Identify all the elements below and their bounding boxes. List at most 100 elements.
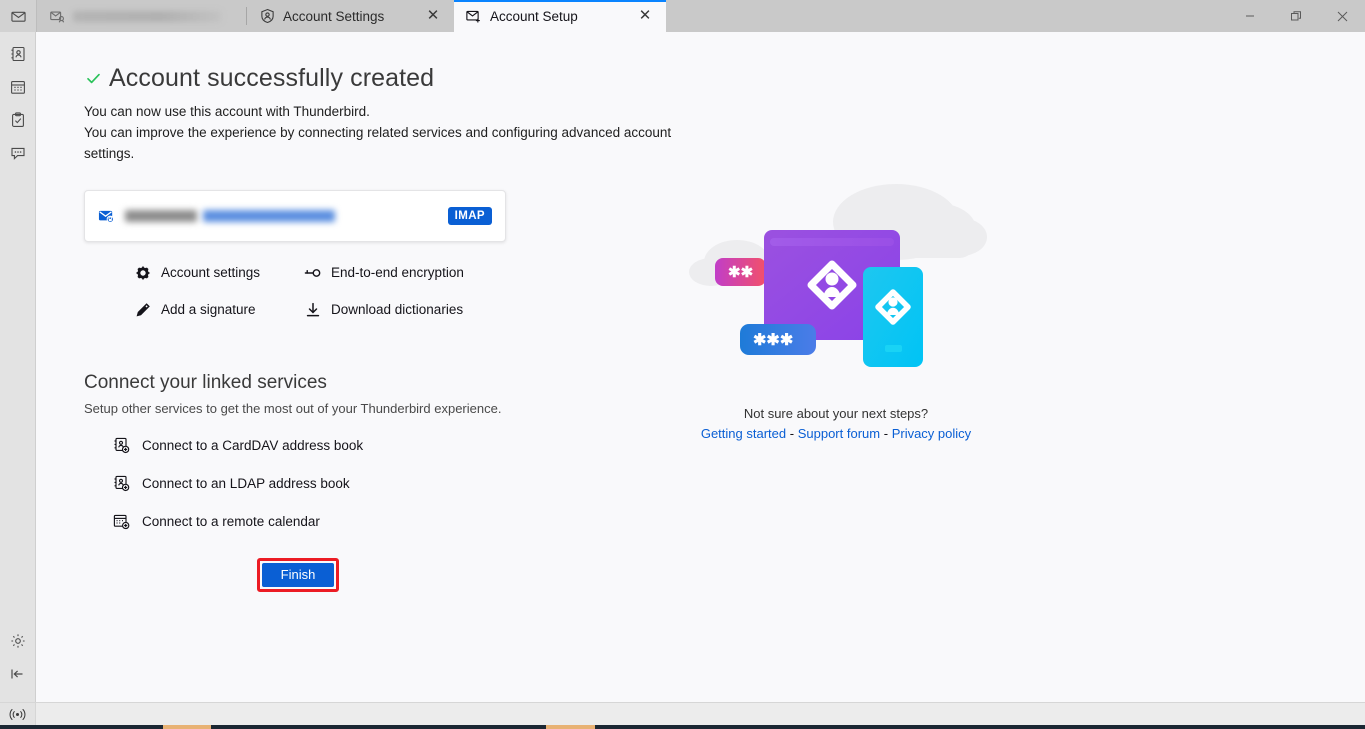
- sidebar-item-settings[interactable]: [4, 627, 32, 655]
- link-getting-started[interactable]: Getting started: [701, 426, 786, 441]
- tab-mail-account[interactable]: [37, 0, 247, 32]
- illustration-svg: ✱✱: [671, 182, 1001, 382]
- sidebar-item-address-book[interactable]: [4, 40, 32, 68]
- account-name: [125, 210, 197, 222]
- link-separator: -: [884, 426, 888, 441]
- connectivity-status-button[interactable]: [0, 703, 36, 725]
- setup-right-column: ✱✱: [656, 182, 1016, 441]
- taskbar-segment: [0, 725, 163, 729]
- settings-gear-icon: [10, 633, 26, 649]
- pencil-icon: [134, 301, 151, 318]
- status-badge-protocol: IMAP: [448, 207, 492, 225]
- statusbar: [0, 702, 1365, 725]
- linked-item-label: Connect to a CardDAV address book: [142, 438, 363, 453]
- download-icon: [304, 301, 321, 318]
- page-subline-2: You can improve the experience by connec…: [84, 122, 704, 164]
- linked-item-label: Connect to a remote calendar: [142, 514, 320, 529]
- pane-inner: Account successfully created You can now…: [36, 32, 1365, 702]
- gear-icon: [134, 264, 151, 281]
- sidebar-item-calendar[interactable]: [4, 73, 32, 101]
- mail-account-icon: [98, 208, 115, 224]
- page-title-text: Account successfully created: [109, 64, 434, 93]
- password-pill-blue: ✱✱✱: [740, 324, 816, 355]
- window-controls: [1227, 0, 1365, 32]
- taskbar-segment: [595, 725, 1365, 729]
- link-privacy-policy[interactable]: Privacy policy: [892, 426, 971, 441]
- account-setup-icon: [466, 8, 482, 24]
- taskbar-segment: [211, 725, 546, 729]
- chat-icon: [10, 145, 26, 161]
- phone: [863, 267, 923, 367]
- key-icon: [304, 264, 321, 281]
- page-subline-1: You can now use this account with Thunde…: [84, 101, 704, 122]
- finish-button[interactable]: Finish: [262, 563, 334, 587]
- linked-item-label: Connect to an LDAP address book: [142, 476, 350, 491]
- mail-account-icon: [49, 8, 65, 24]
- action-label: End-to-end encryption: [331, 265, 464, 280]
- next-steps-question: Not sure about your next steps?: [656, 406, 1016, 421]
- account-illustration: ✱✱: [671, 182, 1001, 382]
- tab-strip-empty-area: [666, 0, 1227, 32]
- account-card[interactable]: IMAP: [84, 190, 506, 242]
- taskbar-active-indicator: [546, 725, 595, 729]
- action-download-dictionaries[interactable]: Download dictionaries: [304, 301, 704, 318]
- account-settings-icon: [259, 8, 275, 24]
- tasks-icon: [10, 112, 26, 128]
- finish-highlight-annotation: Finish: [257, 558, 339, 592]
- tab-label: Account Settings: [283, 9, 416, 24]
- linked-services-title: Connect your linked services: [84, 372, 704, 394]
- tab-label: [73, 11, 221, 22]
- minimize-button[interactable]: [1227, 0, 1273, 32]
- link-separator: -: [790, 426, 794, 441]
- connectivity-icon: [9, 708, 26, 721]
- linked-services-list: Connect to a CardDAV address book: [112, 436, 704, 530]
- mail-icon: [11, 9, 26, 24]
- linked-services-subtitle: Setup other services to get the most out…: [84, 401, 704, 416]
- spaces-bar: [0, 32, 36, 702]
- green-check-icon: [84, 70, 102, 88]
- address-book-icon: [10, 46, 26, 62]
- desktop-taskbar-edge: [0, 725, 1365, 729]
- action-add-signature[interactable]: Add a signature: [134, 301, 304, 318]
- address-book-add-icon: [112, 474, 130, 492]
- tab-account-setup[interactable]: Account Setup ✕: [454, 0, 666, 32]
- sidebar-item-chat[interactable]: [4, 139, 32, 167]
- account-email: [203, 210, 335, 222]
- sidebar-item-tasks[interactable]: [4, 106, 32, 134]
- tab-close-icon[interactable]: ✕: [424, 7, 442, 25]
- link-support-forum[interactable]: Support forum: [798, 426, 880, 441]
- action-end-to-end-encryption[interactable]: End-to-end encryption: [304, 264, 704, 281]
- action-account-settings[interactable]: Account settings: [134, 264, 304, 281]
- linked-item-carddav[interactable]: Connect to a CardDAV address book: [112, 436, 704, 454]
- collapse-icon: [9, 666, 26, 682]
- finish-button-wrapper: Finish: [257, 558, 341, 592]
- linked-item-ldap[interactable]: Connect to an LDAP address book: [112, 474, 704, 492]
- svg-text:✱✱✱: ✱✱✱: [753, 332, 793, 349]
- quick-actions: Account settings End-to-end encryption: [134, 264, 704, 318]
- thunderbird-window: Account Settings ✕ Account Setup ✕: [0, 0, 1365, 729]
- sidebar-collapse-button[interactable]: [4, 660, 32, 688]
- account-card-identity: [125, 210, 438, 222]
- password-pill-pink: ✱✱: [715, 258, 766, 286]
- page-title: Account successfully created: [84, 64, 704, 93]
- spaces-toggle-button[interactable]: [0, 0, 37, 32]
- account-setup-pane: Account successfully created You can now…: [36, 32, 1365, 702]
- setup-left-column: Account successfully created You can now…: [84, 64, 704, 592]
- tab-account-settings[interactable]: Account Settings ✕: [247, 0, 454, 32]
- taskbar-active-indicator: [163, 725, 211, 729]
- address-book-add-icon: [112, 436, 130, 454]
- linked-item-remote-calendar[interactable]: Connect to a remote calendar: [112, 512, 704, 530]
- body: Account successfully created You can now…: [0, 32, 1365, 702]
- action-label: Download dictionaries: [331, 302, 463, 317]
- tab-label: Account Setup: [490, 9, 628, 24]
- svg-text:✱✱: ✱✱: [728, 264, 754, 281]
- help-links: Getting started - Support forum - Privac…: [656, 426, 1016, 441]
- tab-close-icon[interactable]: ✕: [636, 7, 654, 25]
- action-label: Account settings: [161, 265, 260, 280]
- calendar-add-icon: [112, 512, 130, 530]
- restore-button[interactable]: [1273, 0, 1319, 32]
- action-label: Add a signature: [161, 302, 256, 317]
- close-button[interactable]: [1319, 0, 1365, 32]
- tab-strip: Account Settings ✕ Account Setup ✕: [37, 0, 1227, 32]
- titlebar: Account Settings ✕ Account Setup ✕: [0, 0, 1365, 32]
